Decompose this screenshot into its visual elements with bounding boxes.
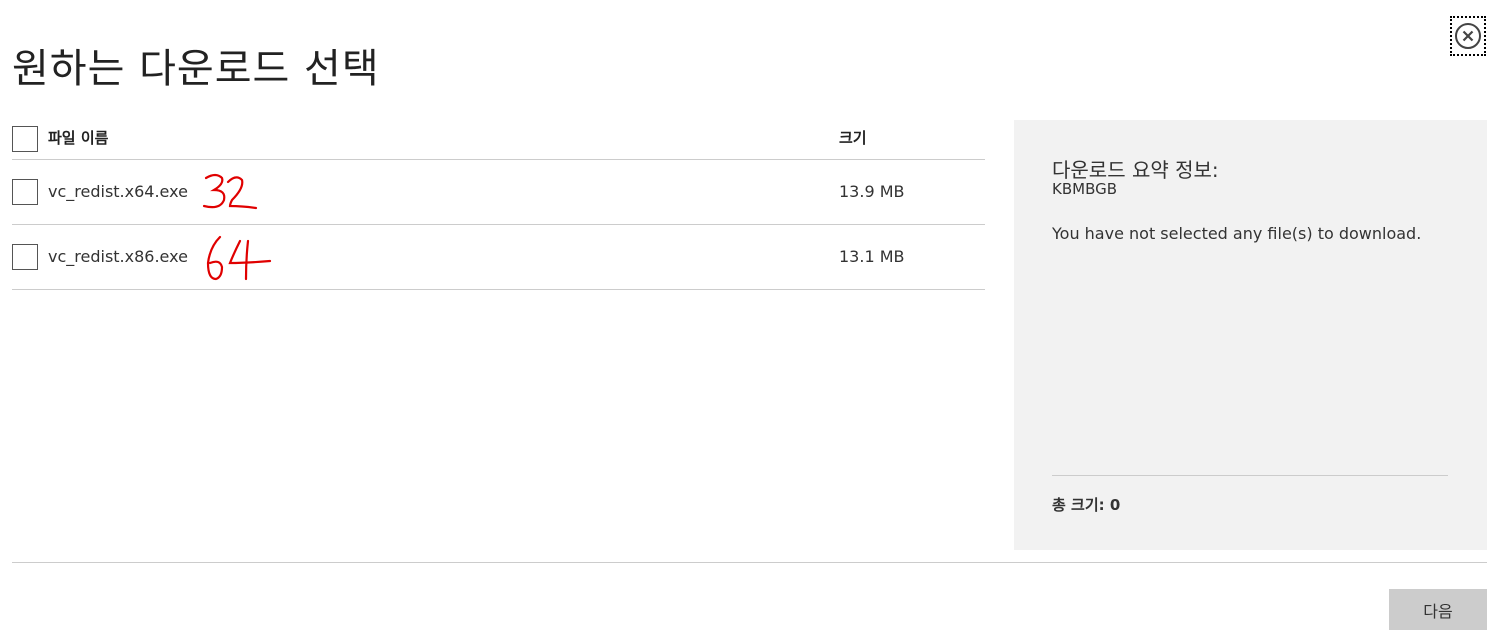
page-title: 원하는 다운로드 선택 bbox=[12, 46, 380, 92]
column-header-name: 파일 이름 bbox=[48, 129, 109, 147]
total-size: 총 크기: 0 bbox=[1052, 496, 1121, 514]
summary-message: You have not selected any file(s) to dow… bbox=[1052, 224, 1422, 243]
file-name: vc_redist.x64.exe bbox=[48, 182, 188, 201]
handwritten-annotation-64 bbox=[206, 235, 272, 281]
summary-title: 다운로드 요약 정보: bbox=[1052, 158, 1219, 182]
select-all-checkbox[interactable] bbox=[12, 126, 38, 152]
file-checkbox[interactable] bbox=[12, 244, 38, 270]
handwritten-annotation-32 bbox=[202, 173, 258, 210]
footer-divider bbox=[12, 562, 1487, 563]
file-size: 13.1 MB bbox=[839, 247, 905, 266]
column-header-size: 크기 bbox=[839, 129, 867, 147]
table-header-row: 파일 이름 크기 bbox=[12, 120, 985, 160]
file-table: 파일 이름 크기 vc_redist.x64.exe 13.9 MB vc_re… bbox=[12, 120, 985, 290]
download-dialog: 원하는 다운로드 선택 파일 이름 크기 vc_redist.x64.exe 1… bbox=[0, 0, 1507, 641]
file-checkbox[interactable] bbox=[12, 179, 38, 205]
file-size: 13.9 MB bbox=[839, 182, 905, 201]
table-row[interactable]: vc_redist.x64.exe 13.9 MB bbox=[12, 160, 985, 225]
table-row[interactable]: vc_redist.x86.exe 13.1 MB bbox=[12, 225, 985, 290]
file-name: vc_redist.x86.exe bbox=[48, 247, 188, 266]
close-circle-icon bbox=[1455, 23, 1481, 49]
next-button[interactable]: 다음 bbox=[1389, 589, 1487, 630]
close-button[interactable] bbox=[1450, 16, 1486, 56]
summary-kb-id: KBMBGB bbox=[1052, 180, 1118, 198]
download-summary-panel: 다운로드 요약 정보: KBMBGB You have not selected… bbox=[1014, 120, 1487, 550]
summary-divider bbox=[1052, 475, 1448, 476]
